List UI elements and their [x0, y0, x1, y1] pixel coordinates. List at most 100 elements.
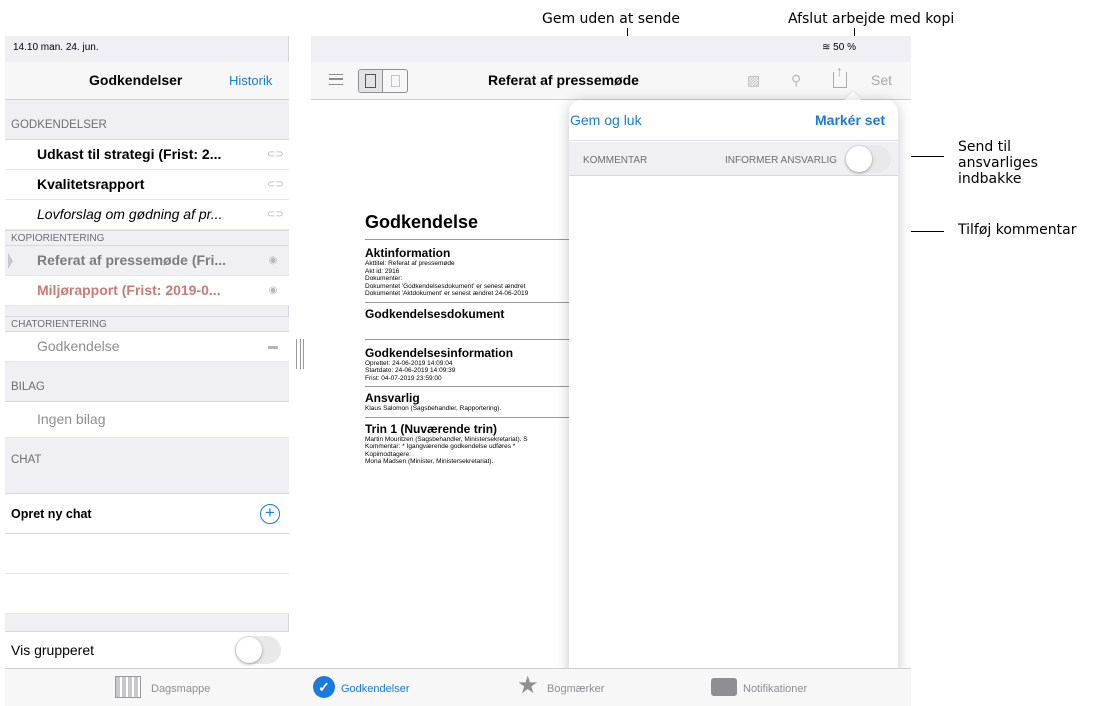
add-chat-button[interactable]: + [260, 504, 280, 524]
save-close-button[interactable]: Gem og luk [570, 112, 642, 128]
status-time: 14.10 man. 24. jun. [13, 42, 99, 53]
toggle-knob [236, 637, 262, 663]
doc-line: Kopimodtagere: [365, 450, 411, 458]
section-chat-orientation: CHATORIENTERING [5, 316, 289, 332]
doc-section-title: Godkendelsesdokument [365, 306, 505, 321]
divider [365, 386, 585, 387]
edit-icon[interactable]: ▨ [747, 72, 760, 89]
sidebar-header: Godkendelser Historik [5, 62, 289, 100]
share-icon[interactable] [833, 63, 847, 88]
section-copy-orientation: KOPIORIENTERING [5, 230, 289, 246]
star-icon: ★ [517, 672, 539, 699]
search-icon[interactable]: ⚲ [791, 72, 801, 89]
group-toggle-switch[interactable] [235, 636, 281, 664]
doc-line: Frist: 04-07-2019 23:59:00 [365, 374, 442, 382]
inform-responsible-toggle[interactable] [845, 145, 891, 173]
list-item-approval-3[interactable]: Lovforslag om gødning af pr... ⊂⊃ [5, 200, 289, 230]
doc-line: Kommentar: * Igangværende godkendelse ud… [365, 443, 516, 450]
document-view-icon[interactable] [359, 70, 383, 92]
list-item-no-attachments: Ingen bilag [5, 402, 289, 438]
section-attachments: BILAG [5, 362, 289, 402]
calendar-icon [115, 676, 141, 698]
tab-dagsmappe[interactable]: Dagsmappe [115, 676, 225, 700]
divider [365, 416, 585, 418]
doc-section-title: Trin 1 (Nuværende trin) [365, 421, 498, 436]
list-item-approval-1[interactable]: Udkast til strategi (Frist: 2... ⊂⊃ [5, 140, 289, 170]
inform-responsible-label: INFORMER ANSVARLIG [725, 155, 838, 166]
list-item-chat-orient-1[interactable]: Godkendelse ▬ [5, 332, 289, 362]
doc-section-title: Aktinformation [365, 246, 451, 260]
tab-label: Notifikationer [743, 683, 808, 695]
doc-line: Dokumentet 'Aktdokument' er senest ændre… [365, 290, 529, 297]
tab-bar: Dagsmappe ✓ Godkendelser ★ Bogmærker Not… [5, 668, 911, 706]
new-chat-row[interactable]: Opret ny chat + [5, 494, 289, 534]
list-item-label: Referat af pressemøde (Fri... [37, 252, 227, 268]
list-item-label: Miljørapport (Frist: 2019-0... [37, 282, 221, 298]
doc-line: Mona Madsen (Minister, Ministersekretari… [365, 458, 494, 465]
paperclip-icon: ⊂⊃ [267, 149, 284, 160]
checkmark-badge-icon: ✓ [313, 676, 335, 698]
divider [365, 301, 585, 303]
annotation-save-without-send: Gem uden at sende [542, 11, 681, 27]
doc-line: Martin Mouritzen (Sagsbehandler, Ministe… [365, 435, 528, 443]
set-button[interactable]: Set [871, 72, 892, 88]
ipad-screen: 14.10 man. 24. jun. Godkendelser Histori… [5, 36, 911, 706]
divider [365, 338, 585, 340]
tab-notifikationer[interactable]: Notifikationer [711, 676, 841, 700]
paperclip-icon: ⊂⊃ [267, 209, 284, 220]
annotate-view-icon[interactable] [391, 75, 400, 87]
tab-bogmaerker[interactable]: ★ Bogmærker [517, 672, 627, 700]
new-chat-label: Opret ny chat [11, 507, 92, 521]
popover-header: Gem og luk Markér set [569, 100, 898, 141]
list-item-label: Lovforslag om gødning af pr... [37, 206, 223, 222]
comment-label: KOMMENTAR [583, 155, 648, 166]
document-title: Referat af pressemøde [488, 72, 639, 88]
status-battery: ≋ 50 % [822, 42, 856, 53]
section-approvals: GODKENDELSER [5, 100, 289, 140]
list-item-copy-1[interactable]: Referat af pressemøde (Fri... ◉ [5, 246, 289, 276]
divider [365, 239, 585, 240]
tab-label: Dagsmappe [151, 683, 211, 695]
message-bubble-icon [711, 678, 737, 696]
mark-seen-button[interactable]: Markér set [815, 112, 885, 128]
list-item-copy-2[interactable]: Miljørapport (Frist: 2019-0... ◉ [5, 276, 289, 306]
annotation-send-to-inbox: Send til ansvarliges indbakke [958, 139, 1038, 187]
comment-textarea[interactable] [569, 177, 898, 685]
doc-line: Akttitel: Referat af pressemøde [365, 260, 455, 267]
view-mode-segmented-control[interactable] [358, 69, 408, 93]
doc-line: Dokumentet 'Godkendelsesdokument' er sen… [365, 282, 526, 290]
tab-label: Godkendelser [341, 683, 410, 695]
doc-section-title: Ansvarlig [365, 391, 420, 405]
approval-popover: Gem og luk Markér set KOMMENTAR INFORMER… [569, 100, 898, 685]
group-toggle-row: Vis grupperet [5, 631, 289, 668]
sidebar: 14.10 man. 24. jun. Godkendelser Histori… [5, 36, 289, 668]
list-item-label: Kvalitetsrapport [37, 176, 145, 192]
list-item-label: Godkendelse [37, 338, 120, 354]
toggle-knob [846, 146, 872, 172]
wifi-icon: ≋ [822, 42, 834, 53]
doc-line: Klaus Salomon (Sagsbehandler, Rapporteri… [365, 405, 502, 412]
annotation-finish-with-copy: Afslut arbejde med kopi [788, 11, 955, 27]
chat-bubble-icon: ▬ [268, 341, 278, 352]
doc-line: Oprettet: 24-06-2019 14:09:04 [365, 359, 453, 367]
history-link[interactable]: Historik [229, 73, 272, 88]
split-view-divider-handle[interactable] [296, 339, 304, 369]
paperclip-icon: ⊂⊃ [267, 179, 284, 190]
selected-indicator-icon [8, 253, 13, 269]
annotation-add-comment: Tilføj kommentar [958, 222, 1077, 238]
doc-line: Dokumenter: [365, 275, 403, 282]
list-item-approval-2[interactable]: Kvalitetsrapport ⊂⊃ [5, 170, 289, 200]
doc-section-title: Godkendelsesinformation [365, 345, 514, 360]
tab-label: Bogmærker [547, 683, 605, 695]
group-toggle-label: Vis grupperet [11, 642, 95, 658]
eye-icon: ◉ [268, 285, 278, 296]
menu-icon[interactable] [329, 74, 343, 85]
doc-line: Startdato: 24-06-2019 14:09:39 [365, 367, 456, 374]
document-content: Godkendelse Aktinformation Akttitel: Ref… [365, 212, 585, 466]
tab-godkendelser[interactable]: ✓ Godkendelser [313, 676, 433, 700]
list-item-empty [5, 574, 289, 614]
sidebar-title: Godkendelser [89, 72, 183, 88]
eye-icon: ◉ [268, 255, 278, 266]
list-item-empty [5, 534, 289, 574]
list-item-label: Udkast til strategi (Frist: 2... [37, 146, 222, 162]
